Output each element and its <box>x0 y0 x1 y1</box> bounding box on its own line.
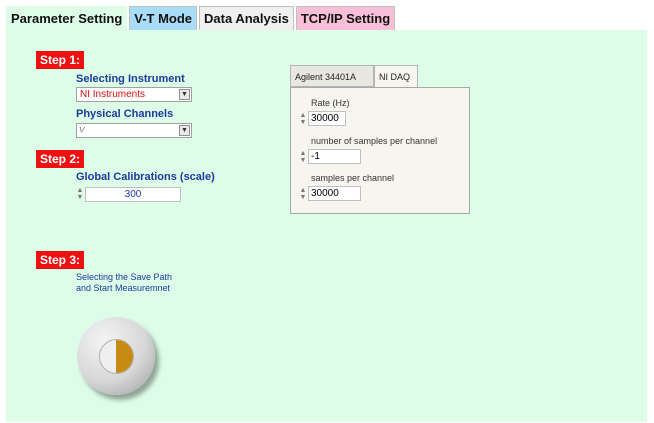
tab-data-analysis[interactable]: Data Analysis <box>199 6 294 30</box>
step2-badge: Step 2: <box>36 150 85 168</box>
samples-label: number of samples per channel <box>311 136 438 146</box>
rate-input[interactable]: 30000 <box>308 111 346 126</box>
ni-daq-panel: Rate (Hz) ▲ ▼ 30000 number of samples per… <box>290 87 470 214</box>
samples-increment-icon[interactable]: ▲ ▼ <box>299 150 307 164</box>
tab-ni-daq[interactable]: NI DAQ <box>374 65 418 87</box>
samples-input[interactable]: -1 <box>308 149 361 164</box>
io-name-icon: ⅟ <box>79 126 84 135</box>
start-measurement-button[interactable] <box>77 317 155 395</box>
main-tab-bar: Parameter Setting V-T Mode Data Analysis… <box>6 6 397 32</box>
step1-badge: Step 1: <box>36 51 85 69</box>
save-path-description: Selecting the Save Path and Start Measur… <box>76 272 172 294</box>
instrument-tab-control: Agilent 34401A NI DAQ <box>290 65 474 87</box>
chevron-down-icon[interactable]: ▼ <box>179 89 190 100</box>
samples-per-channel-label: samples per channel <box>311 173 395 183</box>
selecting-instrument-label: Selecting Instrument <box>76 73 185 85</box>
save-path-line2: and Start Measuremnet <box>76 283 171 293</box>
tab-vt-mode[interactable]: V-T Mode <box>129 6 198 30</box>
calibration-scale-input[interactable]: 300 <box>85 187 181 202</box>
physical-channels-label: Physical Channels <box>76 108 174 120</box>
chevron-down-icon[interactable]: ▼ <box>179 125 190 136</box>
start-indicator-icon <box>99 339 134 374</box>
tab-parameter-setting[interactable]: Parameter Setting <box>6 6 128 32</box>
samples-per-channel-input[interactable]: 30000 <box>308 186 361 201</box>
spc-increment-icon[interactable]: ▲ ▼ <box>299 187 307 201</box>
step3-badge: Step 3: <box>36 251 85 269</box>
calibration-increment-icon[interactable]: ▲ ▼ <box>76 187 84 201</box>
save-path-line1: Selecting the Save Path <box>76 272 173 282</box>
global-calibrations-label: Global Calibrations (scale) <box>76 171 215 183</box>
instrument-select[interactable]: NI Instruments ▼ <box>76 87 192 102</box>
rate-label: Rate (Hz) <box>311 98 350 108</box>
rate-increment-icon[interactable]: ▲ ▼ <box>299 112 307 126</box>
physical-channels-select[interactable]: ⅟ ▼ <box>76 123 192 138</box>
tab-agilent-34401a[interactable]: Agilent 34401A <box>290 65 374 87</box>
tab-tcpip-setting[interactable]: TCP/IP Setting <box>295 6 396 30</box>
instrument-select-value: NI Instruments <box>80 89 146 100</box>
